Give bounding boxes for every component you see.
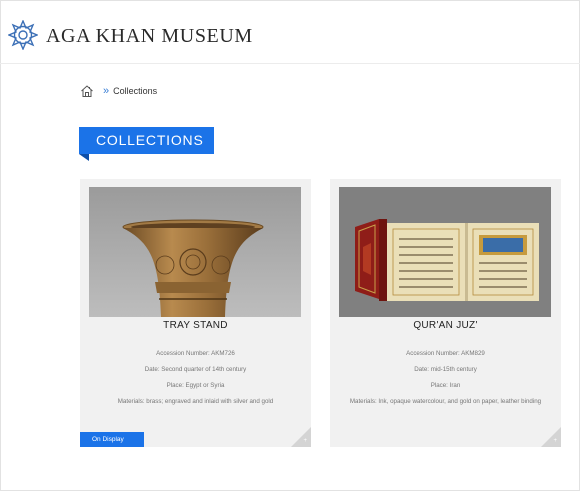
card-title[interactable]: QUR'AN JUZ': [330, 320, 561, 331]
home-icon[interactable]: [80, 84, 94, 98]
star-rosette-logo-icon[interactable]: [8, 20, 38, 50]
plus-icon: +: [553, 438, 557, 444]
expand-corner-icon[interactable]: [291, 427, 311, 447]
accession-number: Accession Number: AKM829: [406, 350, 485, 357]
object-materials: Materials: brass; engraved and inlaid wi…: [117, 398, 274, 405]
site-header: AGA KHAN MUSEUM: [0, 0, 580, 64]
breadcrumb-separator: »: [103, 85, 110, 97]
card-title[interactable]: TRAY STAND: [80, 320, 311, 331]
quran-juz-image: [339, 187, 551, 317]
object-place: Place: Egypt or Syria: [166, 382, 225, 389]
object-place: Place: Iran: [430, 382, 461, 389]
object-date: Date: mid-15th century: [414, 366, 477, 373]
card-image[interactable]: [89, 187, 301, 317]
card-image[interactable]: [339, 187, 551, 317]
breadcrumb: » Collections: [80, 82, 157, 100]
object-materials: Materials: Ink, opaque watercolour, and …: [349, 398, 542, 405]
section-title: COLLECTIONS: [79, 127, 214, 154]
section-title-tail: [79, 154, 89, 161]
tray-stand-image: [89, 187, 301, 317]
breadcrumb-current: Collections: [113, 86, 158, 96]
expand-corner-icon[interactable]: [541, 427, 561, 447]
accession-number: Accession Number: AKM726: [156, 350, 235, 357]
object-date: Date: Second quarter of 14th century: [144, 366, 247, 373]
collection-card[interactable]: QUR'AN JUZ' Accession Number: AKM829 Dat…: [330, 179, 561, 447]
site-brand-name[interactable]: AGA KHAN MUSEUM: [46, 25, 253, 47]
plus-icon: +: [303, 438, 307, 444]
collection-card[interactable]: TRAY STAND Accession Number: AKM726 Date…: [80, 179, 311, 447]
on-display-badge: On Display: [80, 432, 144, 447]
